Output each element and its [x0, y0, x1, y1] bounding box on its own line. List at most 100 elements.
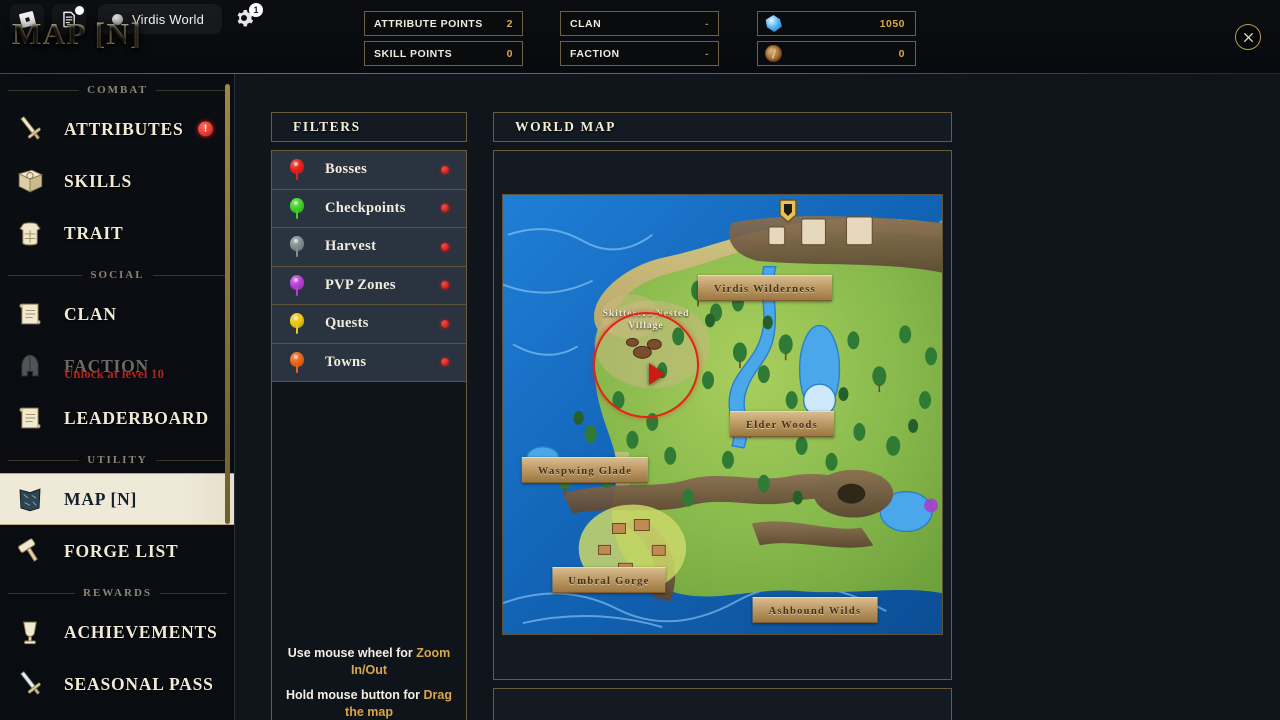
spellbook-glyph — [17, 169, 43, 193]
section-rule-right — [160, 592, 228, 594]
sidebar-item-forge-list[interactable]: FORGE LIST — [0, 525, 235, 577]
section-rule-left — [8, 274, 83, 276]
map-pin-icon — [290, 274, 304, 296]
map-pin-icon — [290, 313, 304, 335]
filter-label: Towns — [325, 353, 367, 370]
sidebar-section-rewards: REWARDS — [0, 580, 235, 606]
sword-icon — [10, 665, 50, 703]
sidebar-item-leaderboard[interactable]: LEADERBOARD — [0, 392, 235, 444]
map-controls-hint: Use mouse wheel for Zoom In/Out Hold mou… — [272, 631, 466, 720]
filter-list: Bosses Checkpoints Harvest PVP Zones Quests T… — [272, 151, 466, 382]
map-terrain-render — [503, 195, 942, 634]
header-divider — [0, 73, 1280, 74]
world-name-label: Virdis World — [132, 11, 204, 27]
coin-currency-box[interactable]: 0 — [757, 41, 916, 66]
section-rule-right — [155, 89, 227, 91]
gear-icon[interactable]: 1 — [234, 3, 263, 34]
map-glyph — [19, 488, 41, 512]
filter-label: Quests — [325, 315, 369, 332]
filter-label: Bosses — [325, 161, 368, 178]
sword-icon — [10, 110, 50, 148]
currency-stat-group: 1050 0 — [757, 11, 916, 71]
sidebar-item-label: TRAIT — [64, 222, 124, 243]
filter-row[interactable]: Towns — [272, 343, 466, 382]
sidebar-item-label: ATTRIBUTES — [64, 118, 184, 139]
scroll-icon — [10, 399, 50, 437]
filter-label: Checkpoints — [325, 199, 406, 216]
sword-glyph — [20, 116, 41, 140]
filter-label: PVP Zones — [325, 276, 396, 293]
sidebar-item-skills[interactable]: SKILLS — [0, 155, 235, 207]
faction-value: - — [705, 47, 709, 60]
sidebar-section-combat: COMBAT — [0, 77, 235, 103]
hammer-icon — [10, 532, 50, 570]
attributes-alert-badge: ! — [198, 121, 213, 137]
world-map-viewport[interactable]: Virdis Wilderness Elder Woods Waspwing Gla… — [502, 194, 943, 635]
sidebar-item-trait[interactable]: TRAIT — [0, 207, 235, 259]
sidebar-item-clan[interactable]: CLAN — [0, 288, 235, 340]
gem-currency-box[interactable]: 1050 — [757, 11, 916, 36]
sidebar-item-label: SEASONAL PASS — [64, 673, 214, 694]
section-title-combat: COMBAT — [87, 84, 148, 96]
points-stat-group: ATTRIBUTE POINTS 2 SKILL POINTS 0 — [364, 11, 523, 71]
skill-points-box[interactable]: SKILL POINTS 0 — [364, 41, 523, 66]
sidebar-scrollbar[interactable] — [225, 84, 230, 524]
sidebar-item-seasonal-pass[interactable]: SEASONAL PASS — [0, 658, 235, 710]
clan-box[interactable]: CLAN - — [560, 11, 719, 36]
section-rule-left — [8, 89, 80, 91]
filter-row[interactable]: Bosses — [272, 151, 466, 190]
affiliation-stat-group: CLAN - FACTION - — [560, 11, 719, 71]
attribute-points-label: ATTRIBUTE POINTS — [374, 17, 483, 30]
map-pin-icon — [290, 236, 304, 258]
section-rule-left — [8, 592, 75, 594]
trophy-icon — [10, 613, 50, 651]
chat-notification-dot — [75, 6, 84, 15]
faction-box[interactable]: FACTION - — [560, 41, 719, 66]
filter-toggle-dot[interactable] — [441, 242, 449, 251]
clan-value: - — [705, 17, 709, 30]
spellbook-icon — [10, 162, 50, 200]
close-icon[interactable] — [1235, 24, 1261, 50]
map-terrain-svg — [503, 195, 942, 634]
filter-row[interactable]: Quests — [272, 305, 466, 344]
filter-toggle-dot[interactable] — [441, 281, 449, 290]
hint-zoom: Use mouse wheel for Zoom In/Out — [284, 645, 454, 679]
map-icon — [10, 480, 50, 518]
armor-glyph — [19, 222, 41, 246]
filter-toggle-dot[interactable] — [441, 319, 449, 328]
clan-label: CLAN — [570, 17, 602, 30]
section-title-utility: UTILITY — [87, 454, 148, 466]
sidebar-item-map[interactable]: MAP [N] — [0, 473, 235, 525]
sword-glyph — [20, 671, 41, 695]
hammer-glyph — [18, 538, 38, 562]
world-map-panel: Virdis Wilderness Elder Woods Waspwing Gla… — [493, 150, 952, 680]
sidebar-nav[interactable]: COMBAT ATTRIBUTES ! SKILLS TRAIT SOCIAL … — [0, 74, 235, 720]
section-title-social: SOCIAL — [90, 269, 145, 281]
filter-label: Harvest — [325, 238, 377, 255]
coin-icon — [765, 45, 782, 62]
sidebar-section-utility: UTILITY — [0, 447, 235, 473]
hint-drag: Hold mouse button for Drag the map — [284, 687, 454, 720]
sidebar-item-label: ACHIEVEMENTS — [64, 621, 218, 642]
section-rule-right — [152, 274, 227, 276]
sidebar-item-label: MAP [N] — [64, 488, 138, 509]
filter-row[interactable]: Harvest — [272, 228, 466, 267]
scroll-glyph — [19, 407, 41, 429]
section-title-rewards: REWARDS — [83, 587, 153, 599]
attribute-points-box[interactable]: ATTRIBUTE POINTS 2 — [364, 11, 523, 36]
hint-drag-text: Hold mouse button for — [286, 688, 424, 702]
filter-row[interactable]: PVP Zones — [272, 266, 466, 305]
sidebar-item-faction[interactable]: FACTION Unlock at level 10 — [0, 340, 235, 392]
sidebar-item-achievements[interactable]: ACHIEVEMENTS — [0, 606, 235, 658]
sidebar-item-label: CLAN — [64, 303, 117, 324]
faction-label: FACTION — [570, 47, 620, 60]
attribute-points-value: 2 — [506, 17, 513, 30]
filter-toggle-dot[interactable] — [441, 204, 449, 213]
sidebar-item-attributes[interactable]: ATTRIBUTES ! — [0, 103, 235, 155]
filter-row[interactable]: Checkpoints — [272, 189, 466, 228]
map-pin-icon — [290, 159, 304, 181]
gem-value: 1050 — [879, 17, 905, 30]
trophy-glyph — [23, 621, 37, 645]
filter-toggle-dot[interactable] — [441, 358, 449, 367]
filter-toggle-dot[interactable] — [441, 165, 449, 174]
